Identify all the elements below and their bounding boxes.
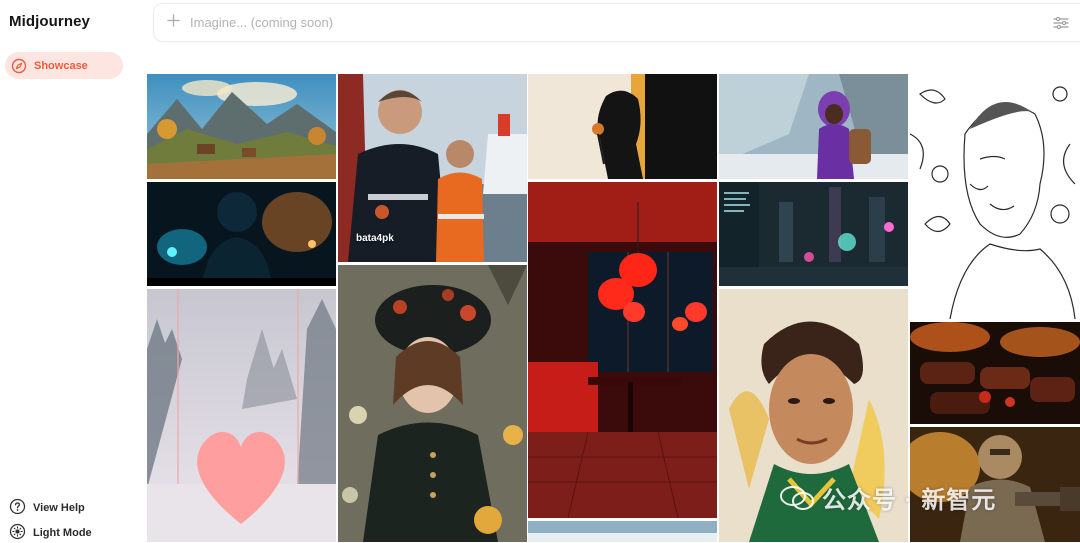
gallery-image-line-art-portrait[interactable] [910,74,1080,319]
gallery-image-man-neon-street[interactable] [147,182,336,286]
watermark-text: 公众号 · 新智元 [822,487,997,514]
gallery-image-pink-heart-forest[interactable] [147,289,336,542]
gallery-image-grilled-meat[interactable] [910,322,1080,424]
compass-icon [11,58,27,74]
gallery-image-girl-purple-hood[interactable] [719,74,908,179]
nav-item-showcase[interactable]: Showcase [5,52,123,79]
imagine-input[interactable]: Imagine... (coming soon) [153,3,1080,42]
wechat-icon [780,485,814,511]
light-mode-label: Light Mode [33,527,92,539]
imagine-placeholder: Imagine... (coming soon) [190,15,334,30]
watermark: 公众号 · 新智元 [780,480,996,515]
gallery-image-firefighters-ship[interactable]: bata4pk [338,74,527,262]
plus-icon[interactable] [167,13,180,32]
sidebar: Midjourney Showcase View Help Light Mode [0,0,140,542]
view-help-label: View Help [33,502,85,514]
gallery-image-futuristic-city[interactable] [719,182,908,286]
brand-logo[interactable]: Midjourney [9,13,90,30]
nav-item-label: Showcase [34,59,88,72]
sun-icon [9,523,26,543]
gallery-image-bottom-partial[interactable] [528,521,717,542]
light-mode-toggle[interactable]: Light Mode [9,523,92,543]
image-caption: bata4pk [356,233,394,244]
view-help-button[interactable]: View Help [9,498,85,518]
sliders-icon[interactable] [1053,15,1069,36]
gallery-image-woman-rose-silhouette[interactable] [528,74,717,179]
help-circle-icon [9,498,26,518]
gallery-image-girl-floral-hat[interactable] [338,265,527,542]
gallery-image-red-diner-lanterns[interactable] [528,182,717,518]
gallery-image-mountain-village[interactable] [147,74,336,179]
